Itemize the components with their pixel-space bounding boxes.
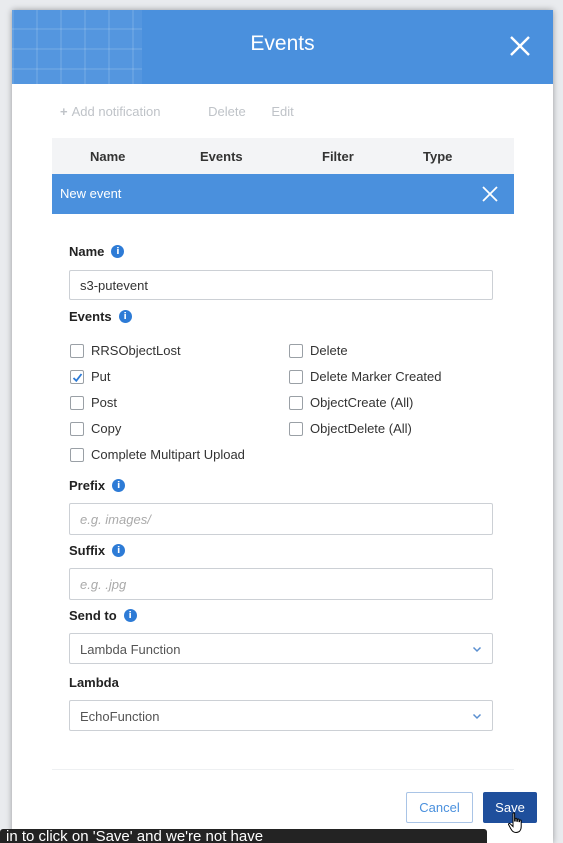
edit-button[interactable]: Edit xyxy=(271,104,293,119)
event-checkbox-put[interactable]: Put xyxy=(70,369,111,384)
checkbox-label: Delete xyxy=(310,343,348,358)
lambda-value: EchoFunction xyxy=(80,709,160,724)
lambda-select[interactable]: EchoFunction xyxy=(69,700,493,731)
check-icon xyxy=(72,372,83,382)
send-to-select[interactable]: Lambda Function xyxy=(69,633,493,664)
checkbox[interactable] xyxy=(289,395,303,410)
name-input[interactable] xyxy=(69,270,493,300)
events-modal: Events + Add notification Delete Edit Nam… xyxy=(12,10,553,843)
add-notification-button[interactable]: + Add notification xyxy=(60,104,183,119)
checkbox-label: Post xyxy=(91,395,118,410)
checkbox-label: RRSObjectLost xyxy=(91,343,181,358)
add-notification-label: Add notification xyxy=(71,104,161,119)
column-header-events[interactable]: Events xyxy=(200,149,243,164)
event-checkbox-objectcreate-all[interactable]: ObjectCreate (All) xyxy=(289,395,413,410)
send-to-label: Send to i xyxy=(69,608,137,623)
cancel-button[interactable]: Cancel xyxy=(406,792,473,823)
chevron-down-icon xyxy=(472,646,482,653)
event-checkbox-complete-multipart-upload[interactable]: Complete Multipart Upload xyxy=(70,447,245,462)
close-icon[interactable] xyxy=(509,35,531,57)
event-checkbox-delete[interactable]: Delete xyxy=(289,343,348,358)
send-to-value: Lambda Function xyxy=(80,642,181,657)
name-label: Name i xyxy=(69,244,125,259)
info-icon[interactable]: i xyxy=(123,609,137,622)
checkbox[interactable] xyxy=(70,421,84,436)
event-checkbox-rrsobjectlost[interactable]: RRSObjectLost xyxy=(70,343,181,358)
close-icon[interactable] xyxy=(482,186,498,202)
checkbox-label: Copy xyxy=(91,421,122,436)
video-caption-text: in to click on 'Save' and we're not have xyxy=(6,829,264,843)
event-checkbox-post[interactable]: Post xyxy=(70,395,117,410)
suffix-input[interactable] xyxy=(69,568,493,600)
name-label-text: Name xyxy=(69,244,105,259)
checkbox[interactable] xyxy=(70,343,84,358)
checkbox[interactable] xyxy=(289,369,303,384)
suffix-label-text: Suffix xyxy=(69,543,106,558)
checkbox-label: Complete Multipart Upload xyxy=(91,447,245,462)
checkbox-checked[interactable] xyxy=(70,369,84,384)
event-checkbox-delete-marker-created[interactable]: Delete Marker Created xyxy=(289,369,442,384)
checkbox-label: ObjectCreate (All) xyxy=(310,395,414,410)
send-to-label-text: Send to xyxy=(69,608,117,623)
info-icon[interactable]: i xyxy=(112,544,126,557)
info-icon[interactable]: i xyxy=(112,479,126,492)
column-header-filter[interactable]: Filter xyxy=(322,149,354,164)
column-header-type[interactable]: Type xyxy=(423,149,452,164)
events-label: Events i xyxy=(69,309,132,324)
new-event-bar: New event xyxy=(52,174,514,214)
checkbox[interactable] xyxy=(70,447,84,462)
toolbar: + Add notification Delete Edit xyxy=(60,104,316,119)
new-event-form: Name i Events i RRSObjectLost Put Post C… xyxy=(52,214,514,770)
checkbox-label: ObjectDelete (All) xyxy=(310,421,412,436)
lambda-label-text: Lambda xyxy=(69,675,119,690)
checkbox[interactable] xyxy=(289,421,303,436)
plus-icon: + xyxy=(60,104,68,119)
delete-button[interactable]: Delete xyxy=(208,104,246,119)
prefix-label-text: Prefix xyxy=(69,478,106,493)
prefix-label: Prefix i xyxy=(69,478,126,493)
events-label-text: Events xyxy=(69,309,112,324)
prefix-input[interactable] xyxy=(69,503,493,535)
checkbox[interactable] xyxy=(70,395,84,410)
notifications-table-header: Name Events Filter Type xyxy=(52,138,514,174)
checkbox[interactable] xyxy=(289,343,303,358)
modal-title: Events xyxy=(250,32,315,55)
lambda-label: Lambda xyxy=(69,675,119,690)
info-icon[interactable]: i xyxy=(118,310,132,323)
column-header-name[interactable]: Name xyxy=(90,149,125,164)
event-checkbox-copy[interactable]: Copy xyxy=(70,421,121,436)
checkbox-label: Delete Marker Created xyxy=(310,369,442,384)
modal-header: Events xyxy=(12,10,553,84)
info-icon[interactable]: i xyxy=(111,245,125,258)
event-checkbox-objectdelete-all[interactable]: ObjectDelete (All) xyxy=(289,421,412,436)
hand-pointer-icon xyxy=(508,812,522,834)
new-event-title: New event xyxy=(60,186,122,201)
video-caption-bar: in to click on 'Save' and we're not have xyxy=(0,829,487,843)
checkbox-label: Put xyxy=(91,369,111,384)
chevron-down-icon xyxy=(472,713,482,720)
suffix-label: Suffix i xyxy=(69,543,126,558)
